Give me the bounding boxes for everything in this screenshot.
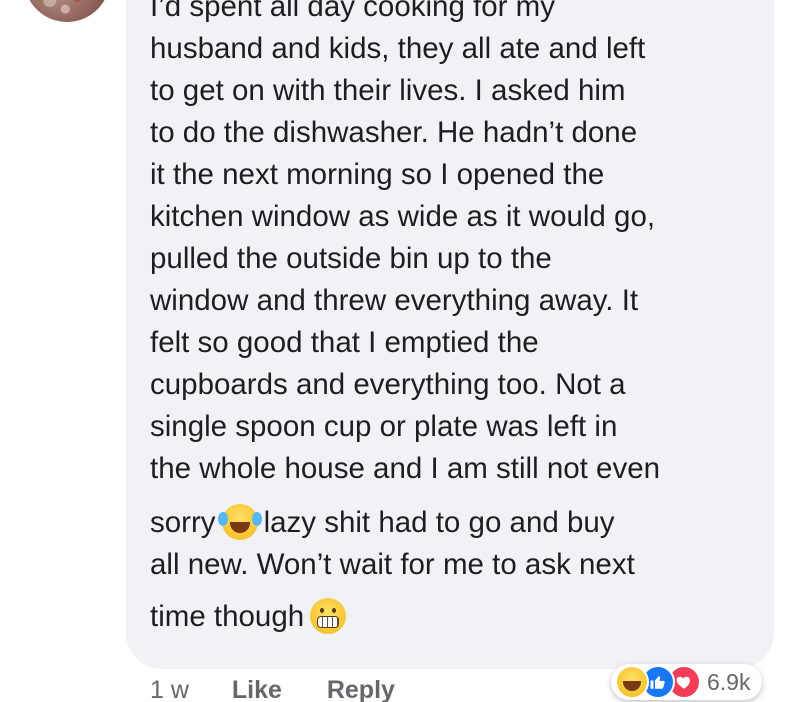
grimacing-face-emoji-icon	[310, 598, 347, 634]
comment-line: cupboards and everything too. Not a	[150, 368, 626, 401]
reaction-summary[interactable]: 6.9k	[611, 664, 763, 700]
comment-actions: 1 w Like Reply	[150, 676, 433, 702]
haha-reaction-icon	[615, 665, 649, 699]
tears-of-joy-emoji-icon	[217, 504, 258, 540]
thumbs-up-icon	[650, 676, 665, 689]
comment-text-fragment: lazy shit had to go and buy	[263, 506, 615, 539]
comment-line: all new. Won’t wait for me to ask next	[150, 548, 635, 581]
comment-line: sorry lazy shit had to go and buy	[150, 502, 760, 544]
comment-line: pulled the outside bin up to the	[150, 242, 552, 275]
comment-text-fragment: time though	[150, 600, 305, 633]
comment-line: time though	[150, 596, 760, 638]
comment-line: I’d spent all day cooking for my	[150, 0, 556, 23]
reaction-count: 6.9k	[707, 668, 751, 695]
comment-line: the whole house and I am still not even	[150, 452, 661, 485]
comment-line: it the next morning so I opened the	[150, 158, 605, 191]
comment-line: to get on with their lives. I asked him	[150, 74, 626, 107]
comment-timestamp[interactable]: 1 w	[150, 676, 189, 702]
comment-line: felt so good that I emptied the	[150, 326, 539, 359]
comment-line: husband and kids, they all ate and left	[150, 32, 646, 65]
comment-line: to do the dishwasher. He hadn’t done	[150, 116, 638, 149]
comment-text-fragment: sorry	[150, 506, 216, 539]
avatar[interactable]	[24, 0, 110, 22]
like-button[interactable]: Like	[232, 676, 282, 702]
comment-line: single spoon cup or plate was left in	[150, 410, 618, 443]
comment-line: kitchen window as wide as it would go,	[150, 200, 656, 233]
heart-icon	[676, 676, 690, 689]
comment-body: I’d spent all day cooking for my husband…	[150, 0, 760, 638]
comment-line: window and threw everything away. It	[150, 284, 639, 317]
reply-button[interactable]: Reply	[327, 676, 395, 702]
